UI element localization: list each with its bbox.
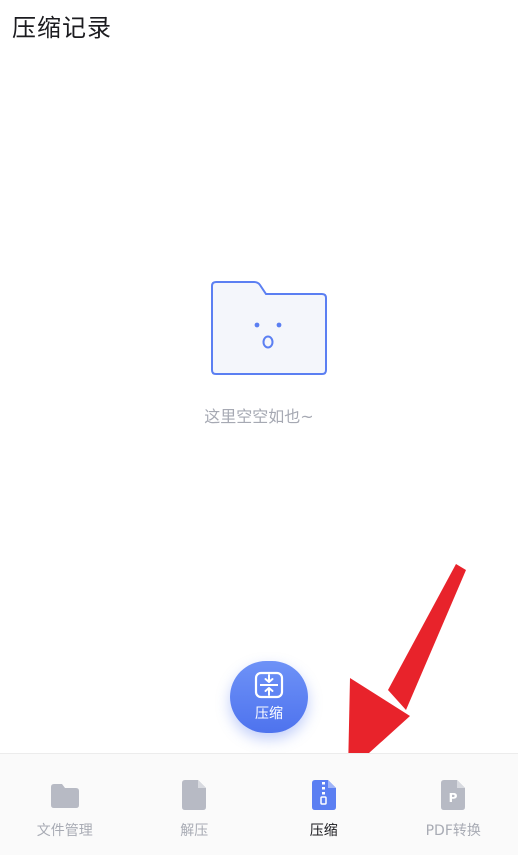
tab-label: 文件管理 xyxy=(36,823,93,839)
bottom-tab-bar: 文件管理 解压 压缩 P PDF转换 xyxy=(0,753,518,855)
compress-records-screen: 压缩记录 这里空空如也~ 压缩 文件管理 解压 压缩 P PDF转换 xyxy=(0,0,518,855)
empty-folder-icon xyxy=(211,281,327,375)
tab-label: 压缩 xyxy=(309,823,338,839)
tab-decompress[interactable]: 解压 xyxy=(130,754,260,855)
compress-fab-button[interactable]: 压缩 xyxy=(230,661,308,733)
compress-fab-label: 压缩 xyxy=(255,706,283,722)
tab-label: PDF转换 xyxy=(425,823,481,839)
tab-pdf-convert[interactable]: P PDF转换 xyxy=(389,754,518,855)
tab-label: 解压 xyxy=(180,823,209,839)
tab-file-manager[interactable]: 文件管理 xyxy=(0,754,130,855)
compress-icon xyxy=(254,671,284,699)
file-icon xyxy=(182,780,207,810)
svg-text:P: P xyxy=(449,791,458,805)
tab-compress[interactable]: 压缩 xyxy=(259,754,389,855)
red-arrow-annotation xyxy=(348,564,466,772)
folder-icon xyxy=(50,784,79,808)
empty-state-message: 这里空空如也~ xyxy=(204,407,314,426)
pdf-file-icon: P xyxy=(441,780,466,810)
zip-file-icon xyxy=(311,780,336,810)
page-title: 压缩记录 xyxy=(12,14,112,42)
